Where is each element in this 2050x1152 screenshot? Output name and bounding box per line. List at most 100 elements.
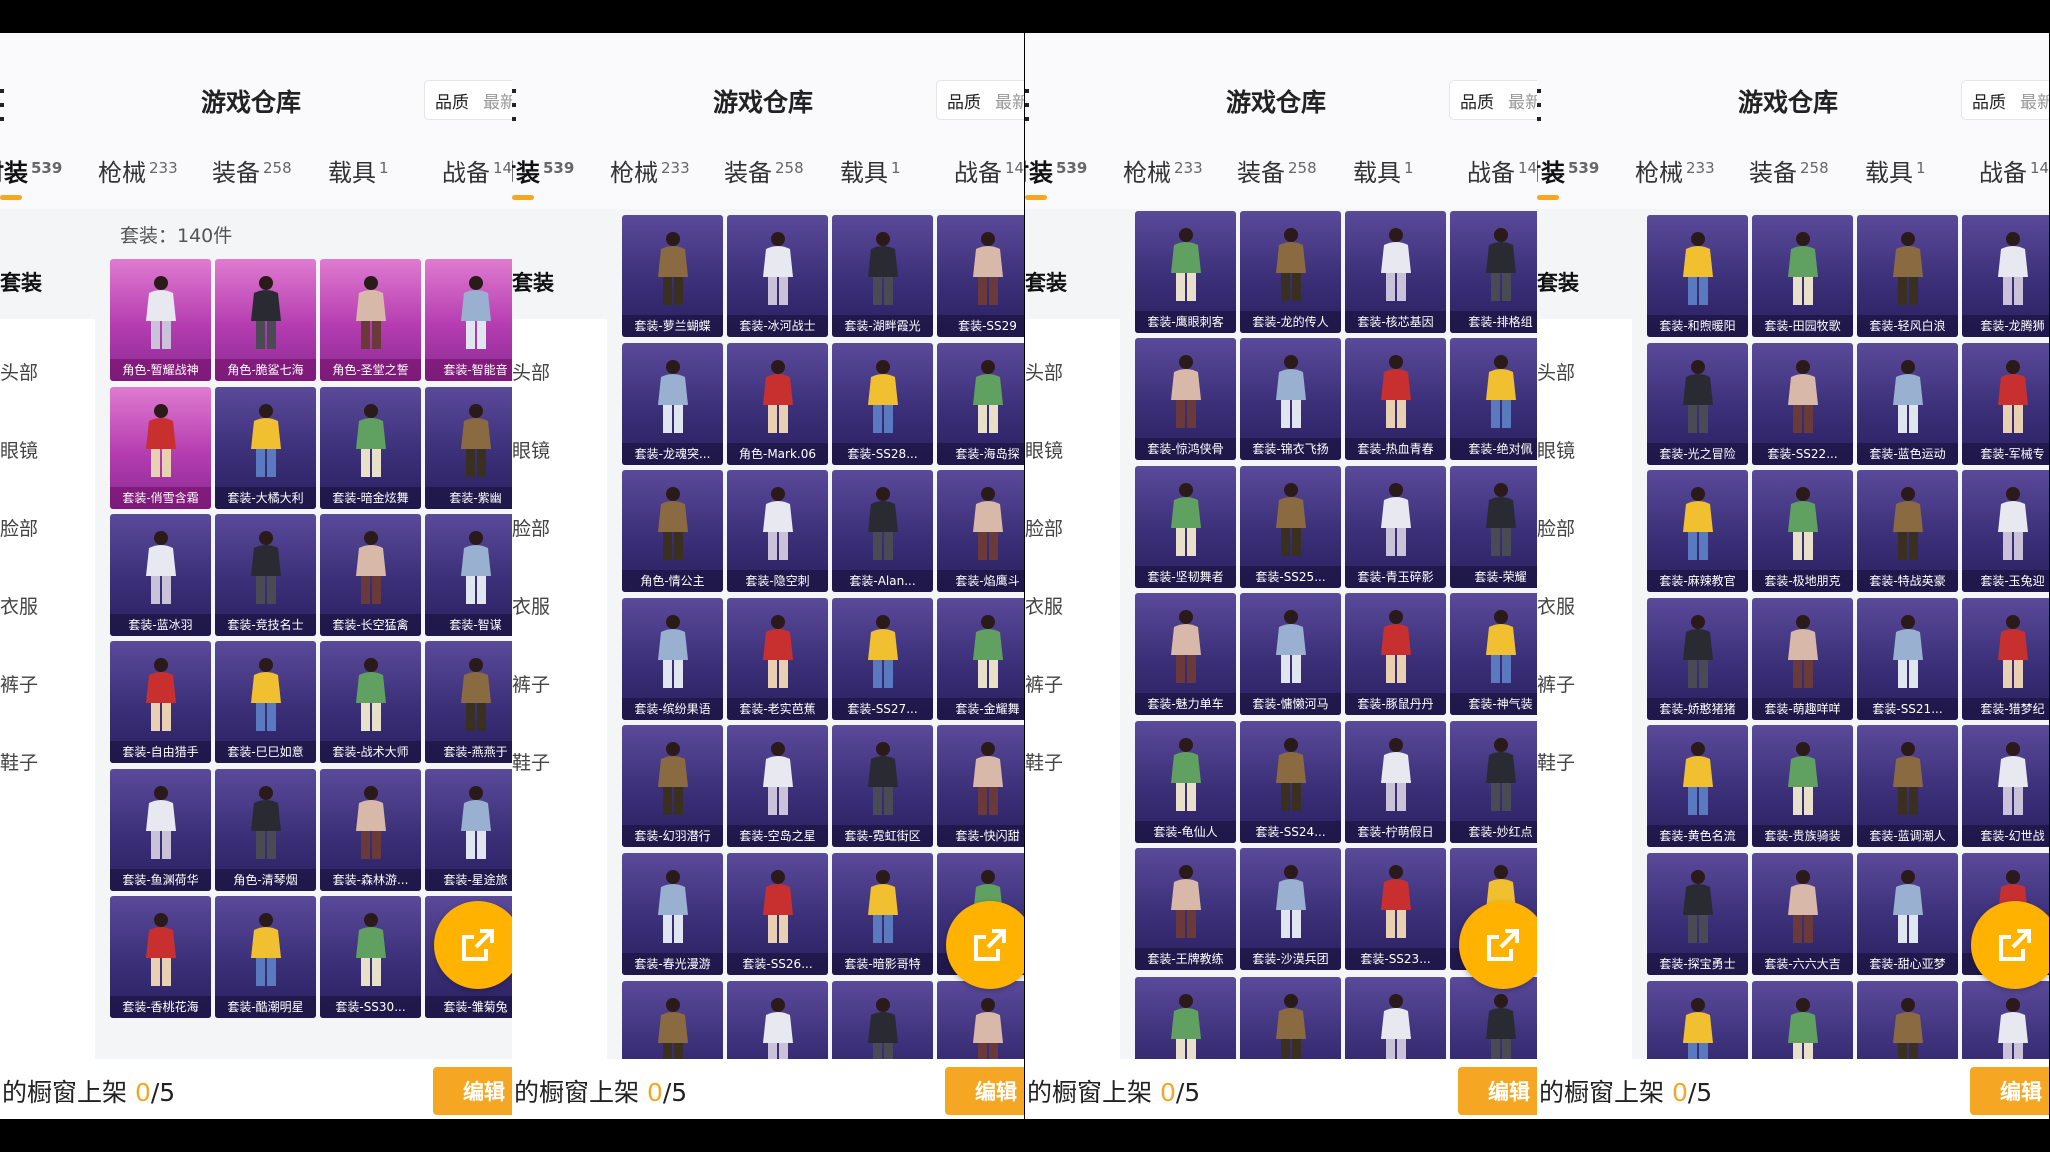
item-card[interactable]: 套装-妙红点 bbox=[1450, 721, 1537, 843]
tab-1[interactable]: 时装539 bbox=[0, 153, 62, 188]
item-card[interactable]: 套装-龙的传人 bbox=[1240, 211, 1341, 333]
item-card[interactable]: 套装-俏雪含霜 bbox=[110, 387, 211, 509]
item-card[interactable]: 套装-霓虹街区 bbox=[832, 725, 933, 847]
tab-4[interactable]: 载具 1 bbox=[1353, 153, 1414, 188]
tab-2[interactable]: 枪械 233 bbox=[98, 153, 178, 188]
sort-quality[interactable]: 品质 bbox=[435, 88, 469, 113]
item-card[interactable]: 套装-竞技名士 bbox=[215, 514, 316, 636]
tab-4[interactable]: 载具 1 bbox=[840, 153, 901, 188]
share-button[interactable] bbox=[434, 901, 512, 989]
sidebar-item-3[interactable]: 眼镜 bbox=[0, 436, 38, 463]
sort-quality[interactable]: 品质 bbox=[1460, 88, 1494, 113]
item-card[interactable] bbox=[1752, 981, 1853, 1059]
item-card[interactable]: 套装-SS25... bbox=[1240, 466, 1341, 588]
item-card[interactable]: 套装-王牌教练 bbox=[1135, 848, 1236, 970]
item-card[interactable]: 套装-魅力单车 bbox=[1135, 593, 1236, 715]
item-card[interactable]: 套装-六六大吉 bbox=[1752, 853, 1853, 975]
item-card[interactable]: 套装-湖畔霞光 bbox=[832, 215, 933, 337]
item-card[interactable]: 套装-排格组 bbox=[1450, 211, 1537, 333]
edit-button[interactable]: 编辑 bbox=[945, 1067, 1024, 1115]
item-card[interactable]: 套装-大橘大利 bbox=[215, 387, 316, 509]
item-card[interactable]: 套装-龙腾狮 bbox=[1962, 215, 2049, 337]
item-card[interactable]: 套装-龟仙人 bbox=[1135, 721, 1236, 843]
item-card[interactable]: 角色-清琴烟 bbox=[215, 769, 316, 891]
item-card[interactable]: 套装-豚鼠丹丹 bbox=[1345, 593, 1446, 715]
item-card[interactable] bbox=[1135, 977, 1236, 1059]
item-card[interactable]: 角色-情公主 bbox=[622, 470, 723, 592]
item-card[interactable]: 套装-SS30... bbox=[320, 896, 421, 1018]
item-card[interactable]: 角色-脆鲨七海 bbox=[215, 259, 316, 381]
item-card[interactable]: 套装-锦衣飞扬 bbox=[1240, 338, 1341, 460]
sidebar-item-6[interactable]: 裤子 bbox=[1537, 670, 1575, 697]
item-card[interactable]: 套装-老实芭蕉 bbox=[727, 598, 828, 720]
item-card[interactable]: 套装-隐空刺 bbox=[727, 470, 828, 592]
item-card[interactable]: 套装-SS27... bbox=[832, 598, 933, 720]
item-card[interactable]: 套装-金耀舞 bbox=[937, 598, 1024, 720]
sort-selector[interactable]: 品质 最新 bbox=[424, 80, 512, 120]
item-card[interactable]: 套装-焰鹰斗 bbox=[937, 470, 1024, 592]
sidebar-item-5[interactable]: 衣服 bbox=[1025, 592, 1063, 619]
sort-selector[interactable]: 品质 最新 bbox=[1961, 80, 2049, 120]
tab-5[interactable]: 战备 14 bbox=[1979, 153, 2049, 188]
item-card[interactable]: 套装-紫幽 bbox=[425, 387, 512, 509]
item-card[interactable]: 套装-燕燕于 bbox=[425, 641, 512, 763]
edit-button[interactable]: 编辑 bbox=[1970, 1067, 2049, 1115]
item-card[interactable]: 角色-圣堂之誓 bbox=[320, 259, 421, 381]
item-card[interactable]: 套装-娇憨猪猪 bbox=[1647, 598, 1748, 720]
sidebar-item-7[interactable]: 鞋子 bbox=[1537, 748, 1575, 775]
item-card[interactable]: 套装-Alan... bbox=[832, 470, 933, 592]
item-card[interactable]: 套装-蓝色运动 bbox=[1857, 343, 1958, 465]
item-card[interactable]: 套装-SS29 bbox=[937, 215, 1024, 337]
sort-quality[interactable]: 品质 bbox=[947, 88, 981, 113]
item-card[interactable]: 套装-甜心亚梦 bbox=[1857, 853, 1958, 975]
item-card[interactable]: 套装-坚韧舞者 bbox=[1135, 466, 1236, 588]
sort-latest[interactable]: 最新 bbox=[483, 88, 512, 113]
tab-1[interactable]: 时装539 bbox=[1025, 153, 1087, 188]
item-card[interactable]: 套装-玉兔迎 bbox=[1962, 470, 2049, 592]
item-card[interactable]: 套装-暗影哥特 bbox=[832, 853, 933, 975]
item-card[interactable]: 套装-柠萌假日 bbox=[1345, 721, 1446, 843]
item-card[interactable]: 套装-惊鸿侠骨 bbox=[1135, 338, 1236, 460]
sidebar-item-4[interactable]: 脸部 bbox=[512, 514, 550, 541]
item-card[interactable]: 套装-长空猛禽 bbox=[320, 514, 421, 636]
sidebar-item-5[interactable]: 衣服 bbox=[0, 592, 38, 619]
tab-3[interactable]: 装备 258 bbox=[1237, 153, 1317, 188]
sidebar-item-6[interactable]: 裤子 bbox=[0, 670, 38, 697]
item-card[interactable]: 套装-绝对佩 bbox=[1450, 338, 1537, 460]
share-button[interactable] bbox=[1971, 901, 2049, 989]
sidebar-item-5[interactable]: 衣服 bbox=[1537, 592, 1575, 619]
sort-selector[interactable]: 品质 最新 bbox=[1449, 80, 1537, 120]
item-card[interactable]: 套装-星途旅 bbox=[425, 769, 512, 891]
item-card[interactable]: 套装-智能音 bbox=[425, 259, 512, 381]
item-card[interactable]: 套装-极地朋克 bbox=[1752, 470, 1853, 592]
tab-5[interactable]: 战备 14 bbox=[954, 153, 1024, 188]
item-card[interactable]: 套装-SS26... bbox=[727, 853, 828, 975]
item-card[interactable]: 套装-军械专 bbox=[1962, 343, 2049, 465]
sidebar-item-4[interactable]: 脸部 bbox=[0, 514, 38, 541]
item-card[interactable]: 套装-萌趣咩咩 bbox=[1752, 598, 1853, 720]
item-card[interactable]: 套装-巳巳如意 bbox=[215, 641, 316, 763]
item-card[interactable]: 套装-蓝冰羽 bbox=[110, 514, 211, 636]
item-card[interactable]: 套装-贵族骑装 bbox=[1752, 725, 1853, 847]
item-card[interactable] bbox=[622, 981, 723, 1059]
tab-1[interactable]: 时装539 bbox=[1537, 153, 1599, 188]
item-card[interactable]: 套装-核芯基因 bbox=[1345, 211, 1446, 333]
sidebar-item-1[interactable]: 套装 bbox=[1025, 267, 1067, 297]
item-card[interactable]: 角色-暂耀战神 bbox=[110, 259, 211, 381]
item-card[interactable] bbox=[1857, 981, 1958, 1059]
sidebar-item-7[interactable]: 鞋子 bbox=[1025, 748, 1063, 775]
tab-4[interactable]: 载具 1 bbox=[328, 153, 389, 188]
sidebar-item-3[interactable]: 眼镜 bbox=[512, 436, 550, 463]
item-card[interactable]: 套装-龙魂突... bbox=[622, 343, 723, 465]
item-card[interactable] bbox=[1647, 981, 1748, 1059]
edit-button[interactable]: 编辑 bbox=[1458, 1067, 1537, 1115]
tab-3[interactable]: 装备 258 bbox=[212, 153, 292, 188]
item-card[interactable]: 套装-神气装 bbox=[1450, 593, 1537, 715]
item-card[interactable] bbox=[1450, 977, 1537, 1059]
sidebar-item-1[interactable]: 套装 bbox=[512, 267, 554, 297]
sidebar-item-1[interactable]: 套装 bbox=[1537, 267, 1579, 297]
sidebar-item-2[interactable]: 头部 bbox=[1025, 358, 1063, 385]
tab-4[interactable]: 载具 1 bbox=[1865, 153, 1926, 188]
sidebar-item-2[interactable]: 头部 bbox=[512, 358, 550, 385]
item-card[interactable]: 套装-SS21... bbox=[1857, 598, 1958, 720]
